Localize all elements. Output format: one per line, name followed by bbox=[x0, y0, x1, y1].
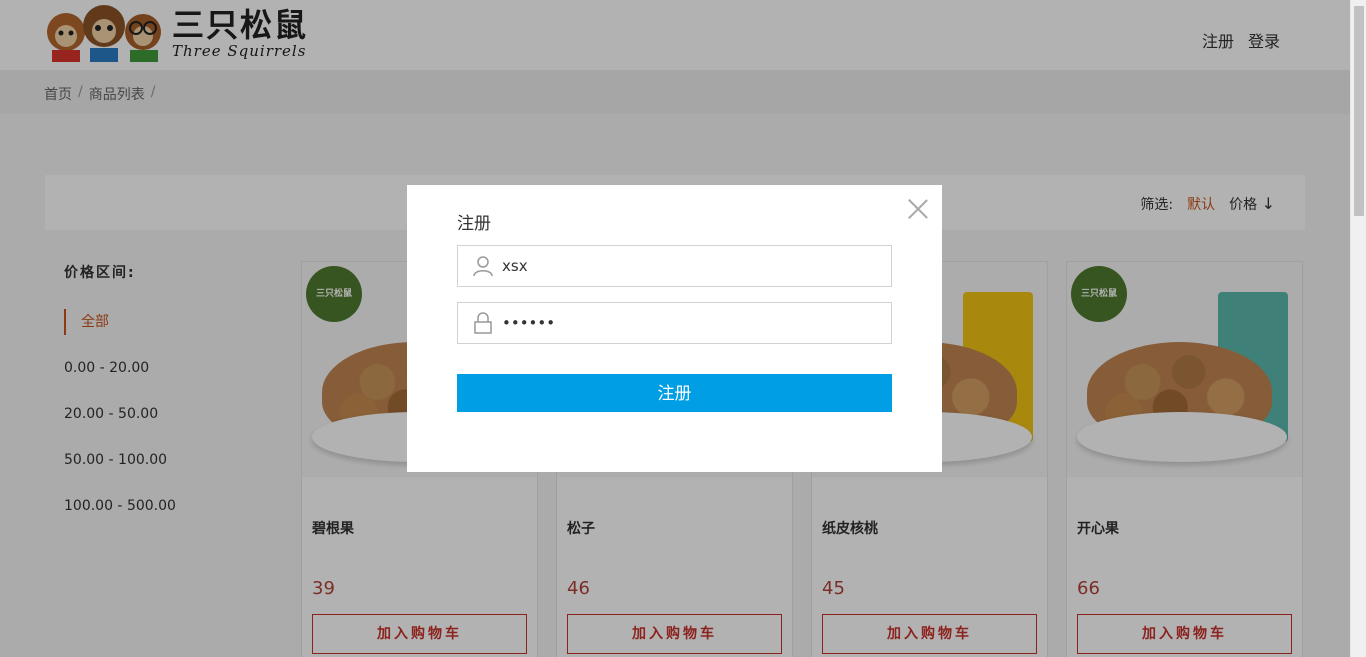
register-modal: 注册 注册 bbox=[407, 185, 942, 472]
page-scrollbar[interactable] bbox=[1350, 0, 1366, 657]
password-input[interactable] bbox=[502, 303, 882, 343]
lock-icon bbox=[472, 312, 494, 334]
close-icon[interactable] bbox=[908, 199, 928, 219]
user-icon bbox=[472, 255, 494, 277]
username-field[interactable] bbox=[457, 245, 892, 287]
register-submit-button[interactable]: 注册 bbox=[457, 374, 892, 412]
scrollbar-thumb[interactable] bbox=[1354, 6, 1364, 216]
modal-title: 注册 bbox=[457, 214, 491, 234]
password-field[interactable] bbox=[457, 302, 892, 344]
username-input[interactable] bbox=[502, 246, 882, 286]
